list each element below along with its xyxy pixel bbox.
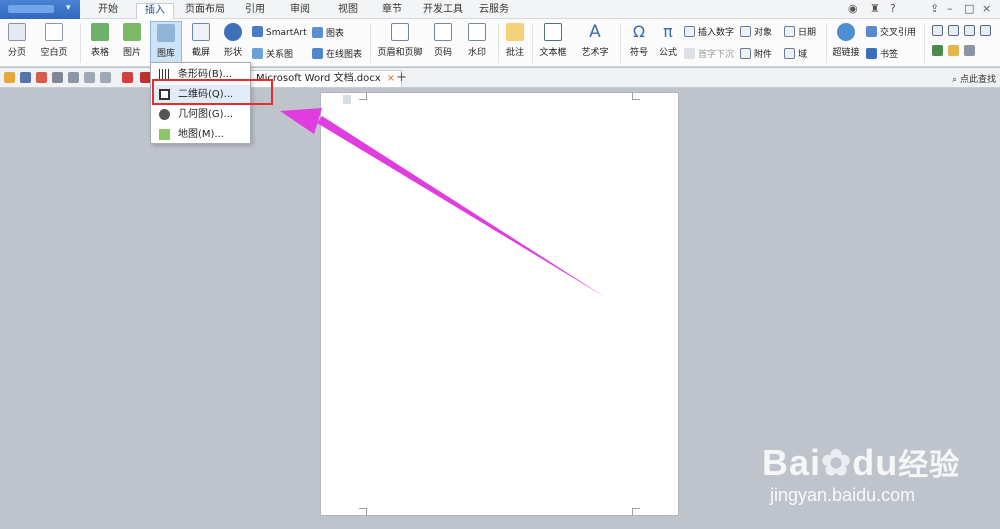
highlight-box [152, 79, 273, 105]
menu-item-geometry[interactable]: 几何图(G)... [152, 105, 250, 124]
geometry-icon [159, 109, 170, 120]
watermark-url: jingyan.baidu.com [770, 485, 916, 505]
paw-icon: ✿ [821, 442, 853, 483]
menu-item-map[interactable]: 地图(M)... [152, 125, 250, 144]
baidu-watermark: Bai✿du经验 [762, 442, 961, 483]
map-icon [159, 129, 170, 140]
